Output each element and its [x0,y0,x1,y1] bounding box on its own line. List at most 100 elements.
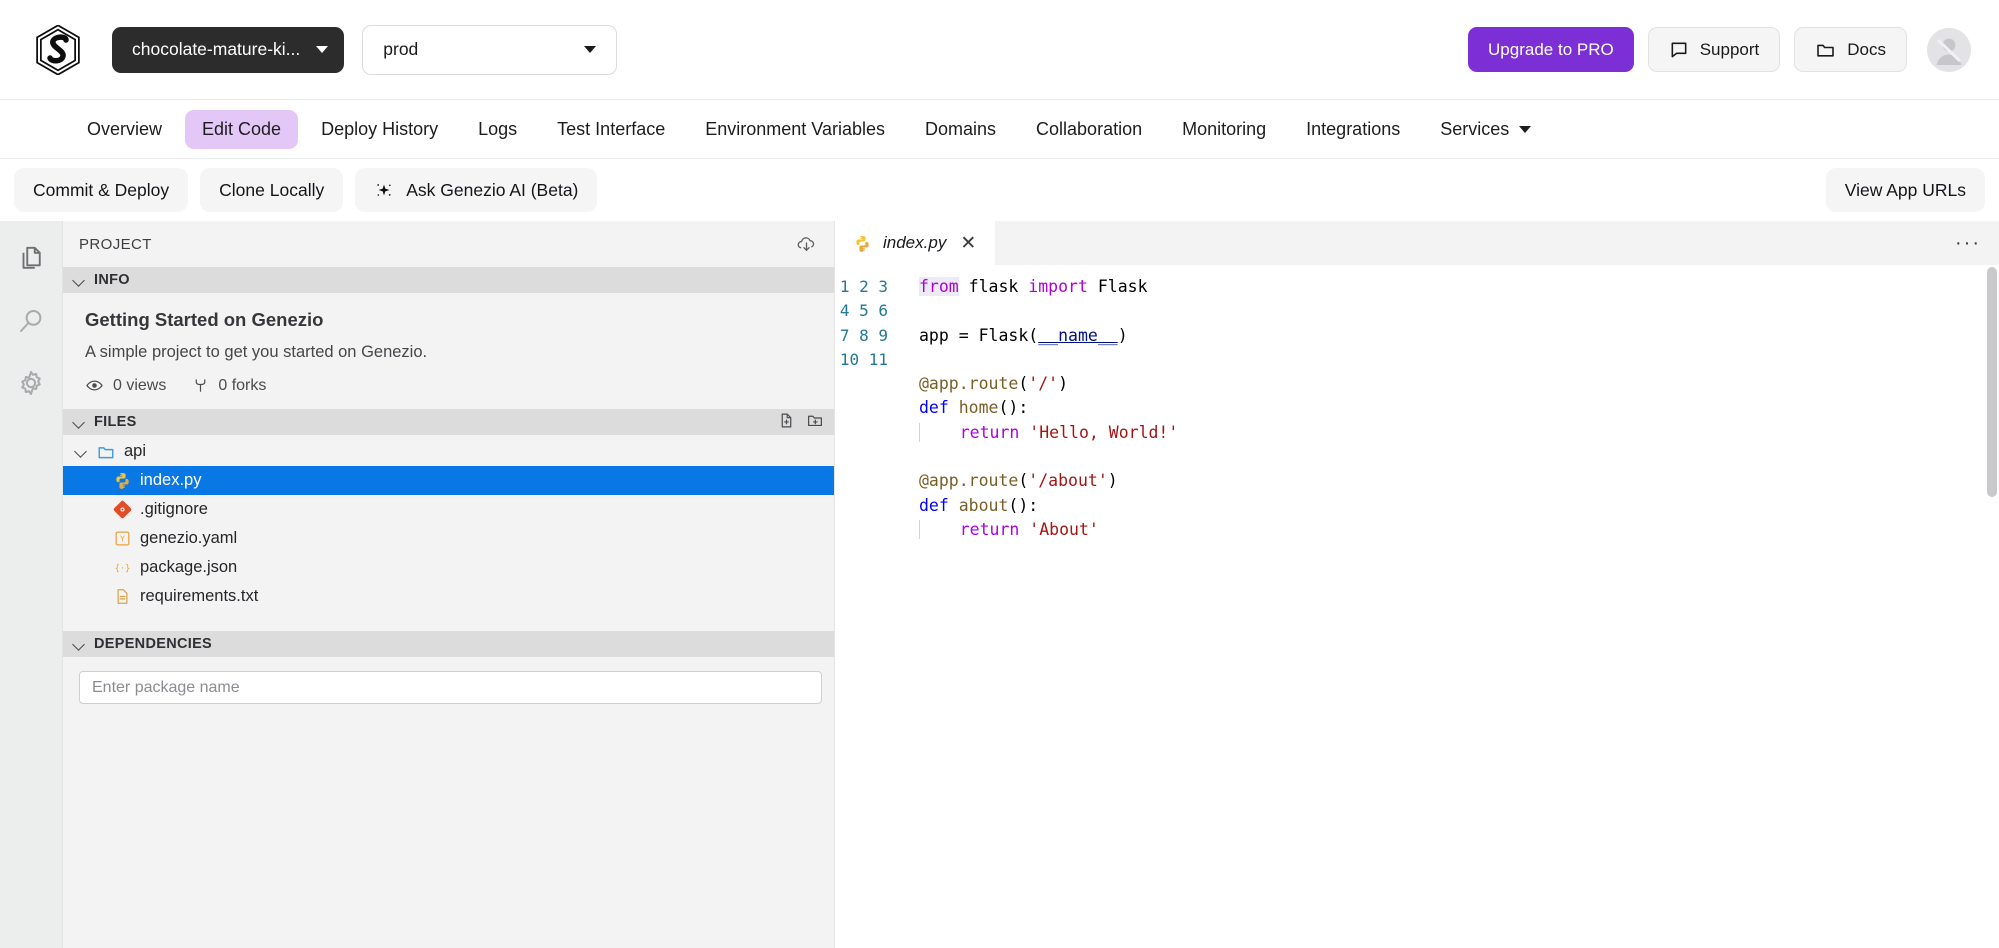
editor-tab-strip: index.py ✕ ··· [835,221,1999,265]
chevron-down-icon [73,638,86,651]
code-line-6: def home(): [919,398,1029,418]
nav-item-overview[interactable]: Overview [70,110,179,149]
editor-tab-index-py[interactable]: index.py ✕ [835,221,996,265]
project-panel-header: PROJECT [63,221,834,267]
commit-and-deploy-button[interactable]: Commit & Deploy [14,168,189,212]
nav-item-domains[interactable]: Domains [908,110,1013,149]
git-icon [113,500,132,519]
code-content[interactable]: from flask import Flask app = Flask(__na… [899,275,1999,948]
chevron-down-icon [1519,125,1532,133]
code-line-1: from flask import Flask [919,277,1148,296]
nav-item-integrations[interactable]: Integrations [1289,110,1417,149]
nav-item-services[interactable]: Services [1423,110,1548,149]
python-icon [856,235,869,252]
svg-text:{·}: {·} [115,564,131,574]
cloud-download-icon[interactable] [795,233,818,256]
nav-item-monitoring[interactable]: Monitoring [1165,110,1283,149]
new-file-icon[interactable] [778,412,795,433]
nav-label: Logs [478,118,518,139]
project-stats: 0 views 0 forks [85,376,812,401]
view-app-urls-button[interactable]: View App URLs [1825,168,1985,212]
nav-item-test-interface[interactable]: Test Interface [540,110,682,149]
forks-count: 0 forks [218,376,267,394]
package-name-input[interactable] [79,671,822,704]
svg-text:Y: Y [119,535,125,544]
project-selector-label: chocolate-mature-ki... [132,39,301,59]
tree-item-package-json[interactable]: {·} package.json [63,553,834,582]
top-bar-actions: Upgrade to PRO Support Docs [1468,27,1971,72]
tree-item-requirements-txt[interactable]: requirements.txt [63,582,834,611]
tree-item-label: .gitignore [140,500,208,518]
python-icon [116,473,129,489]
files-section-header[interactable]: FILES [63,409,834,435]
chevron-down-icon [316,46,329,53]
nav-item-logs[interactable]: Logs [461,110,534,149]
editor-vertical-scrollbar-thumb[interactable] [1987,267,1997,497]
chat-bubble-icon [1671,42,1687,57]
more-options-icon[interactable]: ··· [1937,221,1999,265]
code-line-3: app = Flask(__name__) [919,325,1128,345]
environment-selector[interactable]: prod [362,24,618,75]
project-title: Getting Started on Genezio [85,309,324,330]
cloud-download-icon-glyph [797,236,815,251]
close-icon[interactable]: ✕ [957,232,979,255]
ask-genezio-ai-label: Ask Genezio AI (Beta) [406,179,579,200]
tree-item-gitignore[interactable]: .gitignore [63,495,834,524]
editor-vertical-scrollbar[interactable] [1985,265,1999,948]
ask-genezio-ai-button[interactable]: Ask Genezio AI (Beta) [355,168,598,212]
code-editor: index.py ✕ ··· 1 2 3 4 5 6 7 8 9 10 11 f… [835,221,1999,948]
files-icon-glyph [22,246,41,269]
files-icon[interactable] [9,237,53,281]
genezio-logo-icon [36,24,80,75]
new-folder-icon[interactable] [806,412,824,433]
upgrade-to-pro-button[interactable]: Upgrade to PRO [1468,27,1634,72]
nav-label: Monitoring [1182,118,1267,139]
docs-button-label: Docs [1847,39,1886,59]
new-folder-icon-glyph [808,415,822,426]
dependencies-section-header[interactable]: DEPENDENCIES [63,631,834,657]
nav-item-deploy-history[interactable]: Deploy History [304,110,455,149]
search-icon[interactable] [9,299,53,343]
editor-toolbar: Commit & Deploy Clone Locally Ask Genezi… [0,159,1999,221]
nav-item-collaboration[interactable]: Collaboration [1019,110,1159,149]
views-count: 0 views [113,376,167,394]
code-line-11: return 'About' [919,518,1999,542]
chevron-down-icon [73,274,86,287]
environment-selector-value: prod [383,39,419,59]
project-description: A simple project to get you started on G… [85,343,428,361]
tree-item-label: api [124,442,147,460]
nav-label: Overview [87,118,163,139]
tree-item-api[interactable]: api [63,437,834,466]
chevron-down-icon [584,46,597,53]
nav-item-edit-code[interactable]: Edit Code [185,109,299,149]
project-selector[interactable]: chocolate-mature-ki... [112,26,345,73]
clone-locally-button[interactable]: Clone Locally [200,168,344,212]
nav-item-environment-variables[interactable]: Environment Variables [688,110,902,149]
line-numbers: 1 2 3 4 5 6 7 8 9 10 11 [839,277,888,369]
fork-icon [196,379,206,392]
tree-item-genezio-yaml[interactable]: Y genezio.yaml [63,524,834,553]
main-navigation: Overview Edit Code Deploy History Logs T… [0,100,1999,159]
info-section-label: INFO [94,272,130,288]
top-bar: chocolate-mature-ki... prod Upgrade to P… [0,0,1999,100]
files-section-actions [778,412,824,433]
support-button[interactable]: Support [1647,27,1781,72]
gear-icon-glyph [21,371,41,395]
code-line-5: @app.route('/') [919,374,1069,394]
activity-rail [0,221,63,948]
docs-button[interactable]: Docs [1794,27,1907,72]
settings-gear-icon[interactable] [9,361,53,405]
new-file-icon-glyph [781,413,792,427]
eye-icon [86,380,103,391]
yaml-icon: Y [115,531,130,546]
line-number-gutter: 1 2 3 4 5 6 7 8 9 10 11 [835,275,899,948]
project-panel: PROJECT INFO Getting Started on Genezio … [63,221,835,948]
genezio-logo[interactable] [32,24,84,76]
folder-icon [98,446,114,458]
tree-item-index-py[interactable]: index.py [63,466,834,495]
code-line-9: @app.route('/about') [919,471,1118,491]
info-section-header[interactable]: INFO [63,267,834,293]
folder-icon [1817,44,1835,57]
user-avatar[interactable] [1927,27,1971,72]
